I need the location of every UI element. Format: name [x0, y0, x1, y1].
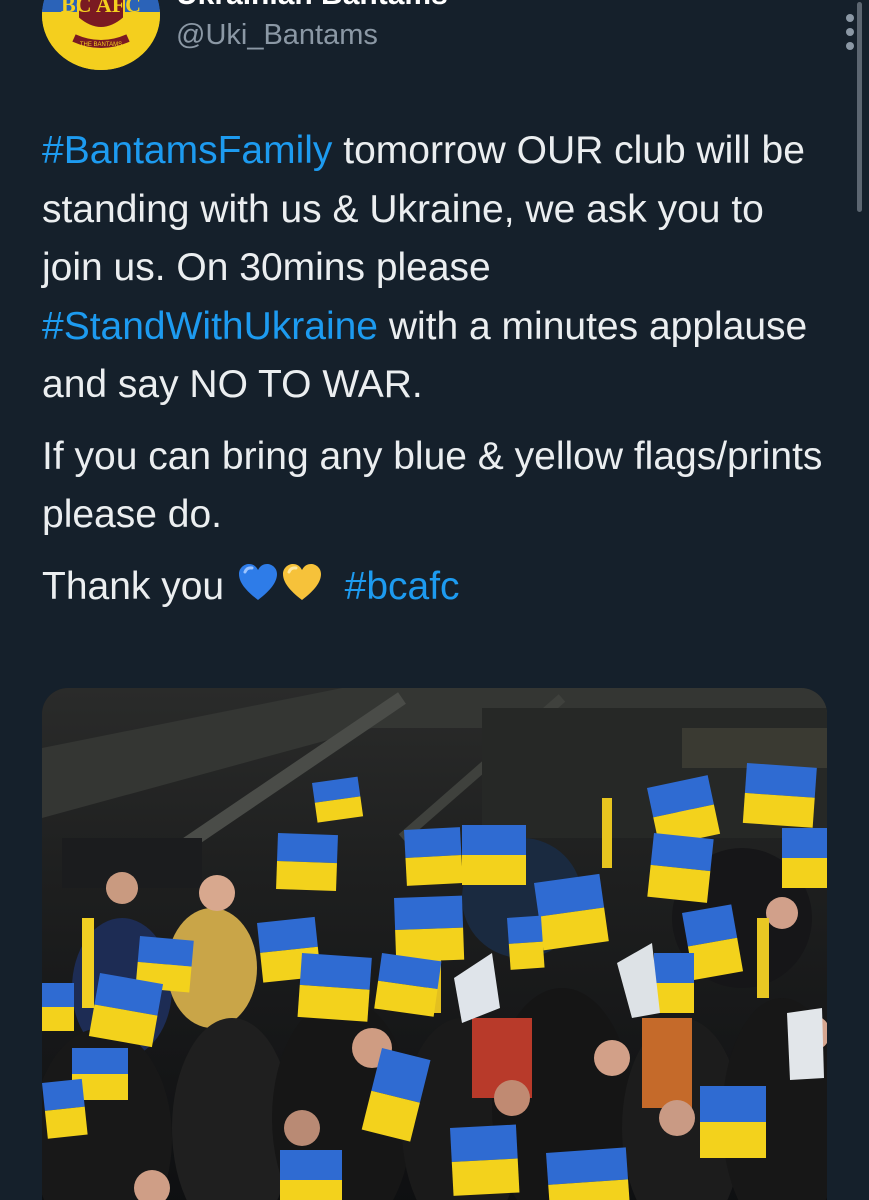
avatar-badge-text: THE BANTAMS [80, 42, 122, 48]
author-display-name[interactable]: Ukrainian Bantams [176, 0, 448, 12]
blue-heart-icon [237, 561, 279, 620]
yellow-heart-icon [281, 561, 323, 620]
tweet-header: BC AFC THE BANTAMS Ukrainian Bantams @Uk… [0, 0, 869, 110]
tweet-text: #BantamsFamily tomorrow OUR club will be… [42, 122, 832, 619]
avatar[interactable]: BC AFC THE BANTAMS [42, 0, 160, 70]
crowd-with-ukraine-flags-photo [42, 688, 827, 1200]
hashtag-link[interactable]: #bcafc [345, 565, 460, 608]
tweet-paragraph-3: Thank you #bcafc [42, 558, 832, 620]
avatar-crest-letters: BC AFC [61, 0, 141, 17]
tweet-paragraph-2: If you can bring any blue & yellow flags… [42, 434, 823, 537]
author-handle[interactable]: @Uki_Bantams [176, 19, 378, 52]
hashtag-link[interactable]: #StandWithUkraine [42, 305, 378, 348]
hashtag-link[interactable]: #BantamsFamily [42, 129, 332, 172]
tweet-paragraph-1: #BantamsFamily tomorrow OUR club will be… [42, 122, 832, 415]
tweet-photo[interactable] [42, 688, 827, 1200]
scrollbar-thumb[interactable] [857, 2, 862, 212]
scrollbar[interactable] [852, 0, 869, 220]
tweet-text-segment: Thank you [42, 564, 235, 608]
